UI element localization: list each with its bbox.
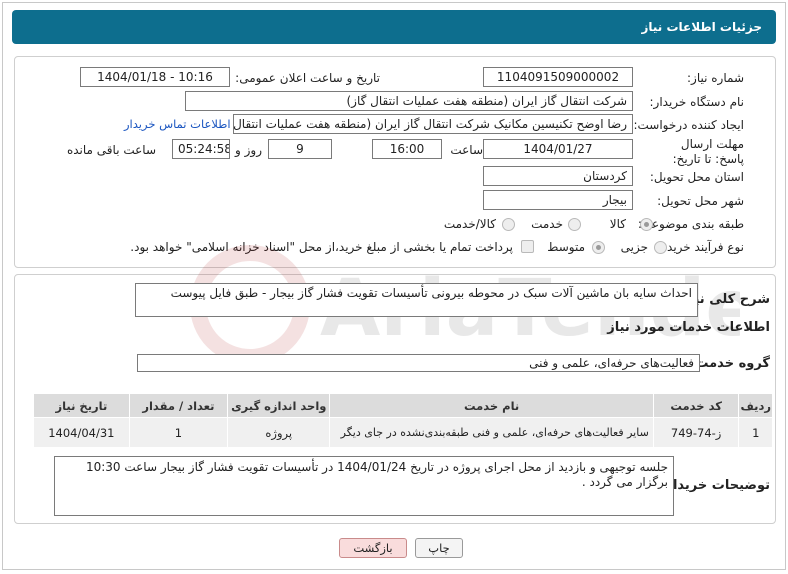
back-button[interactable]: بازگشت [339,538,407,558]
buyer-notes-label: توضیحات خریدار: [660,478,770,493]
need-number-field: 1104091509000002 [483,67,633,87]
services-section-title: اطلاعات خدمات مورد نیاز [607,320,770,335]
treasury-payment-note: پرداخت تمام یا بخشی از مبلغ خرید،از محل … [130,240,513,254]
remaining-time-label: ساعت باقی مانده [66,143,156,157]
province-label: استان محل تحویل: [649,170,744,184]
col-code-header: کد خدمت [652,393,740,418]
requester-label: ایجاد کننده درخواست: [633,118,744,132]
category-goods-service-radio[interactable] [502,218,515,231]
remaining-days-field: 9 [268,139,332,159]
cell-unit: پروژه [227,417,331,448]
announce-date-label: تاریخ و ساعت اعلان عمومی: [235,71,380,85]
page-header: جزئیات اطلاعات نیاز [12,10,776,44]
purchase-medium-label: متوسط [547,240,585,254]
buyer-org-label: نام دستگاه خریدار: [649,95,745,109]
cell-service-code: ز-74-749 [652,417,740,448]
print-button[interactable]: چاپ [415,538,463,558]
category-goods-service-label: کالا/خدمت [443,217,496,231]
purchase-type-label: نوع فرآیند خرید : [659,240,744,254]
col-name-header: نام خدمت [329,393,654,418]
days-label: روز و [235,143,262,157]
cell-row-number: 1 [738,417,773,448]
category-service-label: خدمت [531,217,563,231]
services-table-header: ردیف کد خدمت نام خدمت واحد اندازه گیری ت… [33,393,773,418]
service-group-label: گروه خدمت: [690,356,770,371]
province-field: کردستان [483,166,633,186]
requester-field: رضا اوضح تکنیسین مکانیک شرکت انتقال گاز … [233,114,633,134]
announce-date-field: 1404/01/18 - 10:16 [80,67,230,87]
purchase-minor-label: جزیی [620,240,648,254]
category-service-radio[interactable] [568,218,581,231]
city-label: شهر محل تحویل: [657,194,744,208]
col-row-header: ردیف [738,393,773,418]
category-goods-radio[interactable] [640,218,653,231]
cell-quantity: 1 [128,417,229,448]
category-label: طبقه بندی موضوعی: [637,217,744,231]
cell-need-date: 1404/04/31 [33,417,130,448]
deadline-date-field: 1404/01/27 [483,139,633,159]
service-group-field: فعالیت‌های حرفه‌ای، علمی و فنی [137,354,700,372]
treasury-payment-checkbox[interactable] [521,240,534,253]
category-goods-label: کالا [609,217,626,231]
deadline-time-label: ساعت [450,143,483,157]
purchase-minor-radio[interactable] [654,241,667,254]
cell-service-name: سایر فعالیت‌های حرفه‌ای، علمی و فنی طبقه… [329,417,654,448]
deadline-label: مهلت ارسال پاسخ: تا تاریخ: [672,137,744,166]
need-number-label: شماره نیاز: [687,71,744,85]
buyer-contact-link[interactable]: اطلاعات تماس خریدار [124,117,231,131]
deadline-time-field: 16:00 [372,139,442,159]
buyer-notes-textarea[interactable]: جلسه توجیهی و بازدید از محل اجرای پروژه … [54,456,674,516]
remaining-time-field: 05:24:58 [172,139,230,159]
purchase-medium-radio[interactable] [592,241,605,254]
table-row: 1 ز-74-749 سایر فعالیت‌های حرفه‌ای، علمی… [33,417,773,448]
city-field: بیجار [483,190,633,210]
col-unit-header: واحد اندازه گیری [227,393,331,418]
buyer-org-field: شرکت انتقال گاز ایران (منطقه هفت عملیات … [185,91,633,111]
summary-textarea[interactable]: احداث سایه بان ماشین آلات سبک در محوطه ب… [135,283,698,317]
col-qty-header: تعداد / مقدار [128,393,229,418]
col-date-header: تاریخ نیاز [33,393,130,418]
services-table: ردیف کد خدمت نام خدمت واحد اندازه گیری ت… [33,393,773,448]
